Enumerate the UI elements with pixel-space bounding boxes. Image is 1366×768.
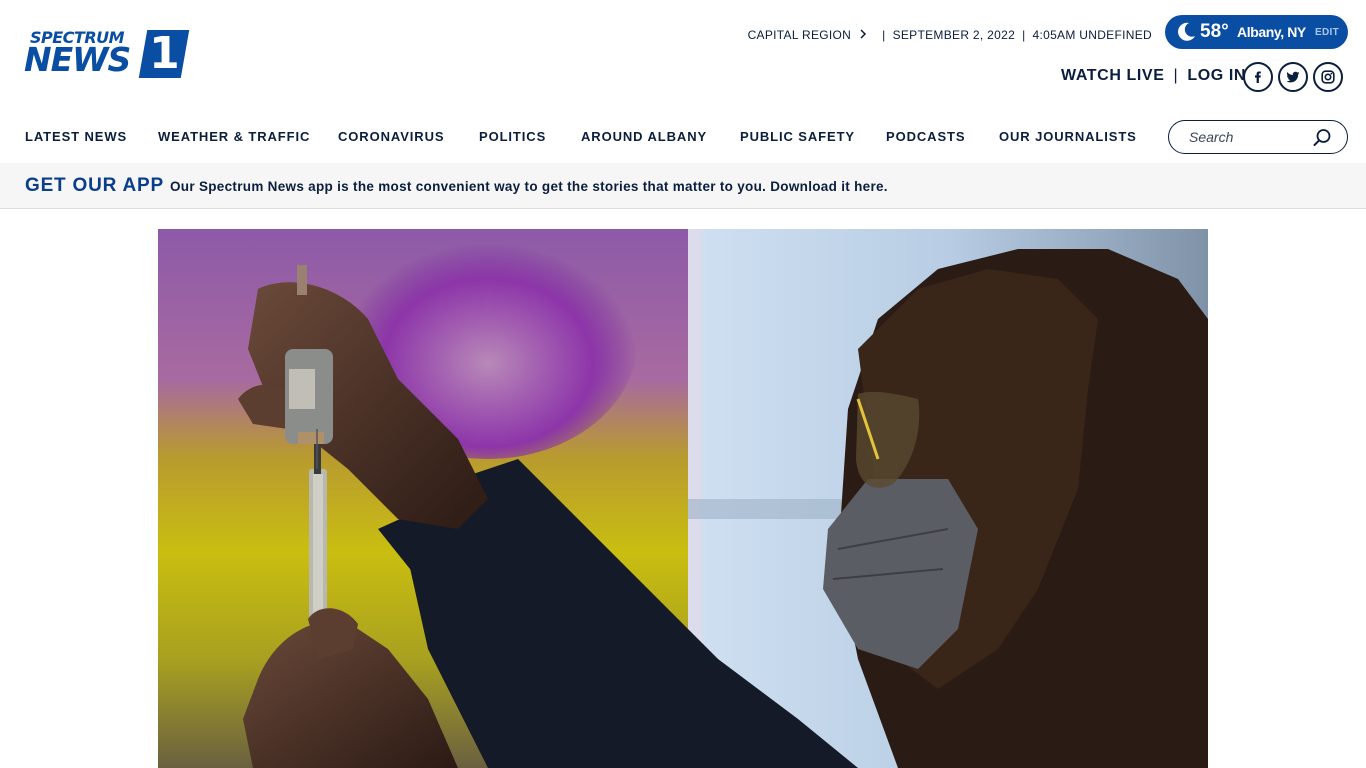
weather-temperature: 58°	[1200, 21, 1229, 42]
app-promo-banner[interactable]: GET OUR APP Our Spectrum News app is the…	[0, 163, 1366, 209]
search-input[interactable]	[1189, 128, 1309, 146]
search-icon[interactable]	[1312, 128, 1332, 148]
logo-number: 1	[149, 28, 180, 79]
site-header: SPECTRUM NEWS 1 CAPITAL REGION | SEPTEMB…	[0, 0, 1366, 115]
app-promo-message[interactable]: Our Spectrum News app is the most conven…	[170, 179, 888, 194]
nav-item-public-safety[interactable]: PUBLIC SAFETY	[740, 129, 855, 144]
separator: |	[1022, 28, 1026, 42]
facebook-icon[interactable]	[1243, 62, 1273, 92]
region-date-bar: CAPITAL REGION | SEPTEMBER 2, 2022 | 4:0…	[748, 28, 1152, 42]
nav-item-podcasts[interactable]: PODCASTS	[886, 129, 965, 144]
separator: |	[882, 28, 886, 42]
nav-item-politics[interactable]: POLITICS	[479, 129, 546, 144]
nav-item-coronavirus[interactable]: CORONAVIRUS	[338, 129, 444, 144]
current-time: 4:05AM UNDEFINED	[1032, 28, 1152, 42]
chevron-right-icon[interactable]	[859, 28, 867, 42]
region-selector[interactable]: CAPITAL REGION	[748, 28, 852, 42]
logo-news-text: NEWS	[24, 40, 131, 79]
separator: |	[1173, 67, 1179, 84]
nav-item-our-journalists[interactable]: OUR JOURNALISTS	[999, 129, 1137, 144]
instagram-icon[interactable]	[1313, 62, 1343, 92]
weather-widget[interactable]: 58° Albany, NY EDIT	[1165, 15, 1348, 49]
nav-item-weather-traffic[interactable]: WEATHER & TRAFFIC	[158, 129, 310, 144]
logo-number-badge: 1	[138, 28, 190, 79]
hero-photo-illustration	[158, 229, 1208, 768]
hero-image	[158, 229, 1208, 768]
app-promo-title: GET OUR APP	[25, 175, 164, 196]
log-in-link[interactable]: LOG IN	[1187, 67, 1246, 84]
twitter-icon[interactable]	[1278, 62, 1308, 92]
header-actions: WATCH LIVE | LOG IN	[1061, 67, 1246, 85]
nav-item-latest-news[interactable]: LATEST NEWS	[25, 129, 127, 144]
weather-location: Albany, NY	[1237, 24, 1306, 40]
weather-edit-link[interactable]: EDIT	[1315, 27, 1339, 38]
nav-item-around-albany[interactable]: AROUND ALBANY	[581, 129, 707, 144]
main-navigation: LATEST NEWS WEATHER & TRAFFIC CORONAVIRU…	[0, 119, 1366, 155]
current-date: SEPTEMBER 2, 2022	[892, 28, 1016, 42]
spectrum-news-logo[interactable]: SPECTRUM NEWS 1	[24, 28, 190, 80]
watch-live-link[interactable]: WATCH LIVE	[1061, 67, 1164, 84]
search-box	[1168, 120, 1348, 154]
moon-icon	[1178, 22, 1195, 41]
